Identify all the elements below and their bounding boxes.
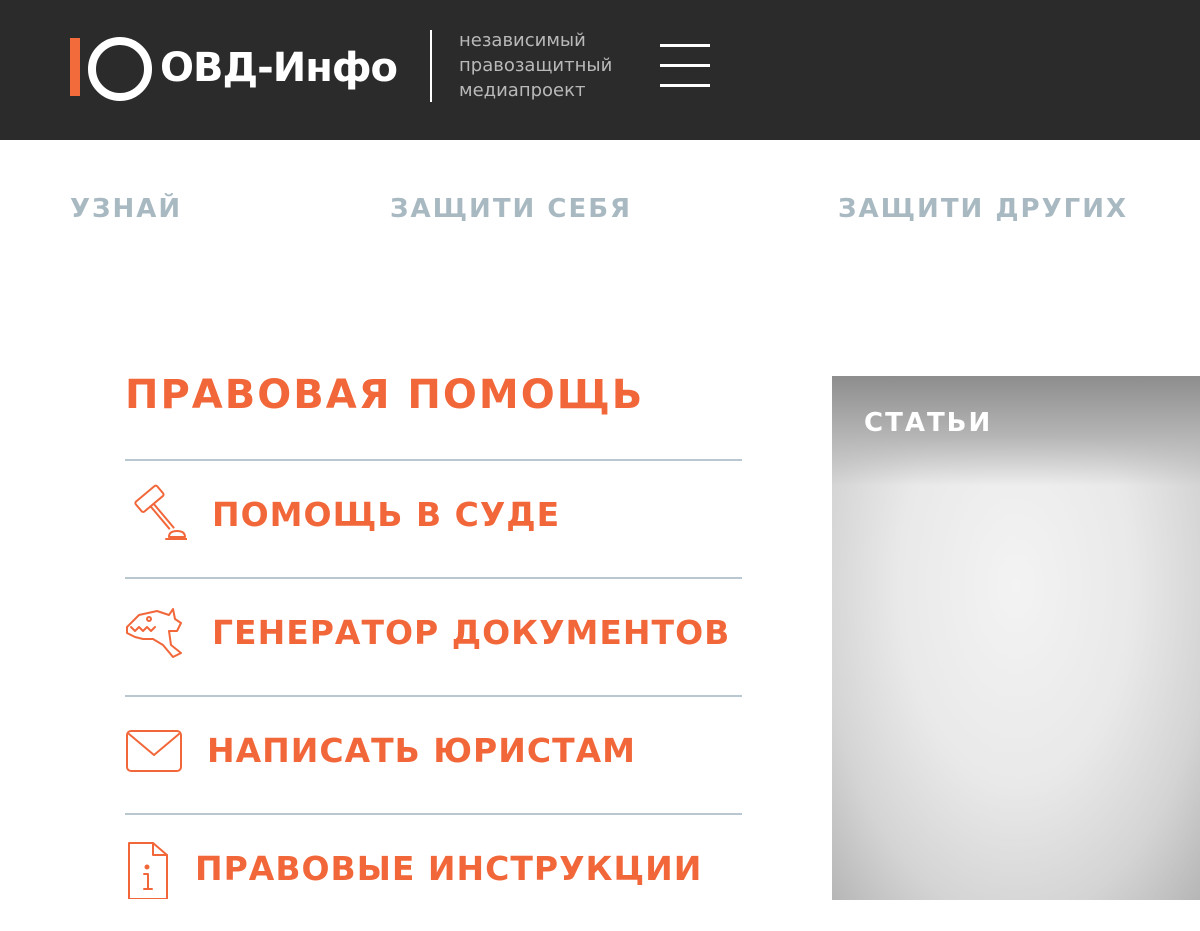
menu-item-label: ПРАВОВЫЕ ИНСТРУКЦИИ [195, 849, 703, 888]
menu-item-label: ГЕНЕРАТОР ДОКУМЕНТОВ [212, 613, 731, 652]
gavel-icon [134, 484, 187, 540]
section-title: ПРАВОВАЯ ПОМОЩЬ [125, 372, 645, 418]
legal-help-menu: ПОМОЩЬ В СУДЕ ГЕНЕРАТОР ДОКУМЕНТОВ НАПИС… [125, 459, 742, 931]
envelope-icon [126, 730, 182, 772]
menu-item-legal-instructions[interactable]: ПРАВОВЫЕ ИНСТРУКЦИИ [125, 813, 742, 931]
header-divider [430, 30, 432, 102]
articles-label: СТАТЬИ [864, 408, 993, 438]
info-document-icon [128, 842, 168, 899]
menu-item-write-lawyers[interactable]: НАПИСАТЬ ЮРИСТАМ [125, 695, 742, 813]
menu-item-label: НАПИСАТЬ ЮРИСТАМ [207, 731, 636, 770]
articles-card[interactable]: СТАТЬИ [832, 376, 1200, 900]
tagline-line: правозащитный [459, 55, 613, 76]
menu-item-court-help[interactable]: ПОМОЩЬ В СУДЕ [125, 459, 742, 577]
menu-item-document-generator[interactable]: ГЕНЕРАТОР ДОКУМЕНТОВ [125, 577, 742, 695]
logo-ring-icon[interactable] [88, 37, 152, 101]
tagline: независимый правозащитный медиапроект [459, 28, 612, 103]
tagline-line: медиапроект [459, 80, 586, 101]
dinosaur-icon [126, 608, 182, 658]
nav-item-protect-others[interactable]: ЗАЩИТИ ДРУГИХ [838, 194, 1128, 224]
logo-text[interactable]: ОВД-Инфо [160, 44, 398, 92]
nav-item-protect-yourself[interactable]: ЗАЩИТИ СЕБЯ [390, 194, 632, 224]
tagline-line: независимый [459, 30, 586, 51]
nav-item-learn[interactable]: УЗНАЙ [70, 194, 182, 224]
logo-bar [70, 38, 80, 96]
site-header: ОВД-Инфо независимый правозащитный медиа… [0, 0, 1200, 140]
hamburger-menu-icon[interactable] [660, 44, 710, 88]
menu-item-label: ПОМОЩЬ В СУДЕ [212, 495, 561, 534]
